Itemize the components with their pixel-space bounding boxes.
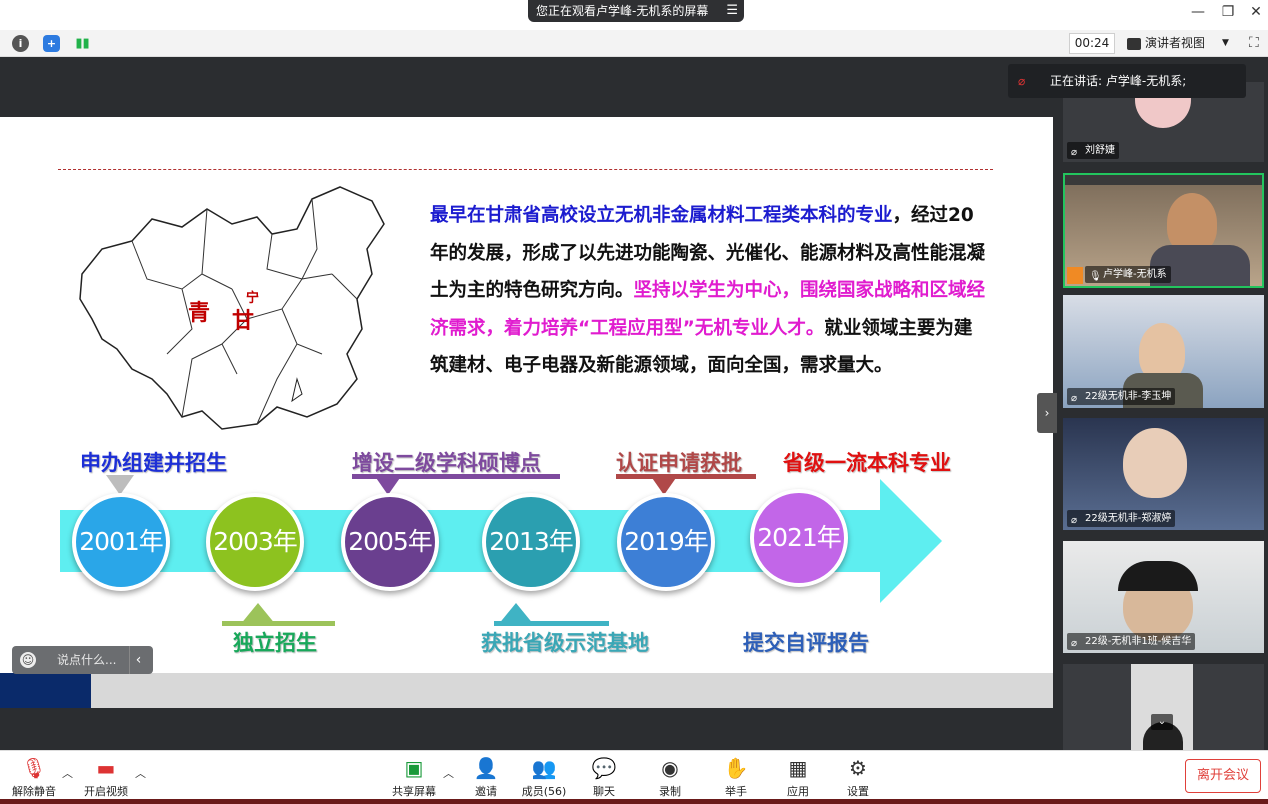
- mic-muted-icon: ⌀: [1071, 393, 1078, 404]
- milestone-top-3: 认证申请获批: [616, 451, 742, 475]
- title-bar: 您正在观看卢学峰-无机系的屏幕 ☰ — ❐ ✕: [0, 0, 1268, 30]
- signal-icon[interactable]: ▮▮: [74, 35, 91, 52]
- chevron-down-icon: ▼: [1222, 38, 1229, 48]
- presentation-slide: 青 宁 甘 最早在甘肃省高校设立无机非金属材料工程类本科的专业，经过20年的发展…: [0, 117, 1053, 708]
- speaker-view-icon: [1127, 37, 1141, 50]
- map-label-gansu: 甘: [232, 309, 255, 334]
- invite-button[interactable]: 👤 邀请: [456, 755, 516, 799]
- share-screen-button[interactable]: ▣ 共享屏幕: [384, 755, 444, 799]
- milestone-pointer: [106, 475, 134, 495]
- para-highlight-blue: 最早在甘肃省高校设立无机非金属材料工程类本科的专业: [430, 205, 893, 226]
- participant-tile-active[interactable]: 🎙 卢学峰-无机系: [1063, 173, 1264, 288]
- chat-placeholder: 说点什么...: [57, 653, 117, 667]
- meeting-timer: 00:24: [1069, 33, 1115, 54]
- view-mode-label: 演讲者视图: [1145, 36, 1206, 50]
- milestone-pointer: [650, 475, 678, 495]
- participant-tile[interactable]: ⌀ 22级无机非-李玉坤: [1063, 295, 1264, 408]
- unmute-button[interactable]: 🎙 解除静音: [4, 755, 64, 799]
- record-button[interactable]: ◉ 录制: [640, 755, 700, 799]
- chevron-down-icon[interactable]: ⌄: [1151, 714, 1173, 730]
- milestone-top-1: 申办组建并招生: [80, 451, 227, 475]
- share-screen-icon: ▣: [404, 756, 424, 780]
- add-user-icon: 👤: [473, 756, 499, 780]
- milestone-underline: [616, 474, 756, 479]
- mic-muted-icon: ⌀: [1018, 74, 1026, 88]
- year-circle: 2001年: [72, 493, 170, 591]
- milestone-overline: [222, 621, 335, 626]
- shared-screen-area: 青 宁 甘 最早在甘肃省高校设立无机非金属材料工程类本科的专业，经过20年的发展…: [0, 57, 1056, 750]
- timeline-arrow-head: [880, 479, 942, 603]
- speaking-label: 正在讲话: 卢学峰-无机系;: [1050, 74, 1187, 88]
- slide-divider: [58, 169, 993, 170]
- participant-video: [1167, 193, 1217, 253]
- chevron-up-icon[interactable]: ︿: [443, 765, 454, 781]
- participant-tile[interactable]: ⌀ 22级-无机非1班-候吉华: [1063, 541, 1264, 653]
- mic-muted-icon: 🎙: [21, 756, 47, 780]
- year-circle: 2021年: [750, 489, 848, 587]
- hand-icon: ✋: [723, 756, 749, 780]
- info-icon[interactable]: i: [12, 35, 29, 52]
- apps-icon: ▦: [788, 756, 808, 780]
- members-icon: 👥: [531, 756, 557, 780]
- apps-button[interactable]: ▦ 应用: [768, 755, 828, 799]
- video-off-icon: ▬: [96, 756, 116, 780]
- year-circle: 2019年: [617, 493, 715, 591]
- chevron-up-icon[interactable]: ︿: [62, 765, 73, 781]
- raise-hand-button[interactable]: ✋ 举手: [706, 755, 766, 799]
- meeting-controls: 🎙 解除静音 ︿ ▬ 开启视频 ︿ ▣ 共享屏幕 ︿ 👤 邀请 👥 成员(56)…: [0, 750, 1268, 804]
- chevron-up-icon[interactable]: ︿: [135, 765, 146, 781]
- emoji-icon[interactable]: ☺: [20, 652, 36, 668]
- slide-paragraph: 最早在甘肃省高校设立无机非金属材料工程类本科的专业，经过20年的发展，形成了以先…: [430, 197, 990, 385]
- milestone-top-2: 增设二级学科硕博点: [352, 451, 541, 475]
- slide-footer-bar: [0, 673, 1053, 708]
- settings-button[interactable]: ⚙ 设置: [828, 755, 888, 799]
- mic-muted-icon: ⌀: [1071, 147, 1078, 158]
- taskbar-strip: [0, 799, 1268, 804]
- participant-name: ⌀ 22级无机非-李玉坤: [1067, 388, 1176, 405]
- host-icon: [1067, 267, 1083, 284]
- members-button[interactable]: 👥 成员(56): [514, 755, 574, 799]
- record-icon: ◉: [661, 756, 679, 780]
- collapse-sidebar-button[interactable]: ›: [1037, 393, 1057, 433]
- hamburger-icon[interactable]: ☰: [726, 0, 738, 22]
- milestone-bottom-3: 提交自评报告: [743, 631, 869, 655]
- fullscreen-icon[interactable]: ⛶: [1249, 35, 1265, 51]
- leave-meeting-button[interactable]: 离开会议: [1185, 759, 1261, 793]
- shield-icon[interactable]: +: [43, 35, 60, 52]
- share-banner[interactable]: 您正在观看卢学峰-无机系的屏幕 ☰: [528, 0, 744, 22]
- year-circle: 2005年: [341, 493, 439, 591]
- mic-muted-icon: ⌀: [1071, 638, 1078, 649]
- mic-muted-icon: ⌀: [1071, 515, 1078, 526]
- chat-input-pill[interactable]: ☺ 说点什么... ‹: [12, 646, 153, 674]
- map-label-qinghai: 青: [188, 301, 211, 326]
- speaking-indicator: ⌀ 正在讲话: 卢学峰-无机系;: [1008, 64, 1246, 98]
- participant-name: ⌀ 刘舒婕: [1067, 142, 1119, 159]
- participant-tile[interactable]: ⌄: [1063, 664, 1264, 750]
- year-circle: 2013年: [482, 493, 580, 591]
- slide-footer-accent: [0, 673, 91, 708]
- milestone-bottom-2: 获批省级示范基地: [481, 631, 649, 655]
- milestone-pointer: [374, 475, 402, 495]
- participant-name: ⌀ 22级无机非-郑淑婷: [1067, 510, 1176, 527]
- mic-icon: 🎙: [1089, 271, 1102, 282]
- milestone-bottom-1: 独立招生: [233, 631, 317, 655]
- view-mode-dropdown[interactable]: 演讲者视图 ▼: [1127, 33, 1237, 54]
- share-banner-text: 您正在观看卢学峰-无机系的屏幕: [536, 4, 709, 18]
- participant-name: ⌀ 22级-无机非1班-候吉华: [1067, 633, 1196, 650]
- year-circle: 2003年: [206, 493, 304, 591]
- milestone-top-4: 省级一流本科专业: [783, 451, 951, 475]
- chevron-left-icon[interactable]: ‹: [129, 646, 147, 674]
- participant-video: [1123, 428, 1187, 498]
- participant-tile[interactable]: ⌀ 22级无机非-郑淑婷: [1063, 418, 1264, 530]
- start-video-button[interactable]: ▬ 开启视频: [76, 755, 136, 799]
- restore-icon[interactable]: ❐: [1216, 4, 1240, 20]
- chat-button[interactable]: 💬 聊天: [574, 755, 634, 799]
- participant-name: 🎙 卢学峰-无机系: [1085, 266, 1171, 283]
- close-icon[interactable]: ✕: [1244, 4, 1268, 20]
- milestone-overline: [494, 621, 609, 626]
- meeting-info-bar: i + ▮▮ 00:24 演讲者视图 ▼ ⛶: [0, 30, 1268, 57]
- chat-icon: 💬: [591, 756, 617, 780]
- gear-icon: ⚙: [849, 756, 867, 780]
- minimize-icon[interactable]: —: [1186, 4, 1210, 20]
